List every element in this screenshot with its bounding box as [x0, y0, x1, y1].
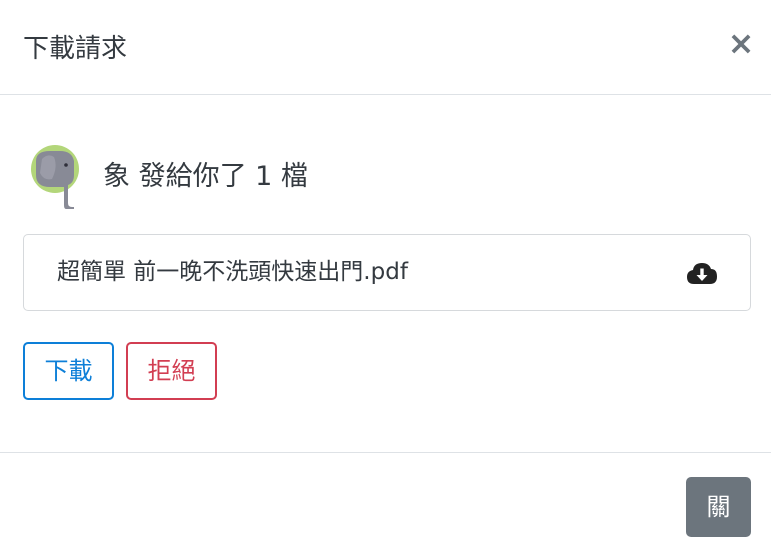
cloud-download-icon[interactable]: [686, 261, 718, 285]
elephant-avatar-icon: [31, 145, 79, 209]
dialog-body: 象 發給你了 1 檔 超簡單 前一晚不洗頭快速出門.pdf 下載 拒絕: [0, 95, 771, 452]
sender-row: 象 發給你了 1 檔: [28, 145, 728, 211]
reject-button[interactable]: 拒絕: [126, 342, 217, 400]
close-icon[interactable]: ×: [725, 27, 757, 59]
download-button[interactable]: 下載: [23, 342, 114, 400]
file-item: 超簡單 前一晚不洗頭快速出門.pdf: [23, 234, 751, 311]
sender-message: 象 發給你了 1 檔: [103, 161, 308, 192]
dialog-footer: 關: [0, 452, 771, 559]
file-name: 超簡單 前一晚不洗頭快速出門.pdf: [57, 259, 408, 285]
close-button[interactable]: 關: [686, 477, 751, 537]
dialog-header: 下載請求 ×: [0, 0, 771, 95]
download-request-dialog: 下載請求 × 象 發給你了 1 檔 超簡單 前一晚不洗頭快速出門.pdf 下載 …: [0, 0, 771, 559]
dialog-title: 下載請求: [23, 34, 128, 64]
